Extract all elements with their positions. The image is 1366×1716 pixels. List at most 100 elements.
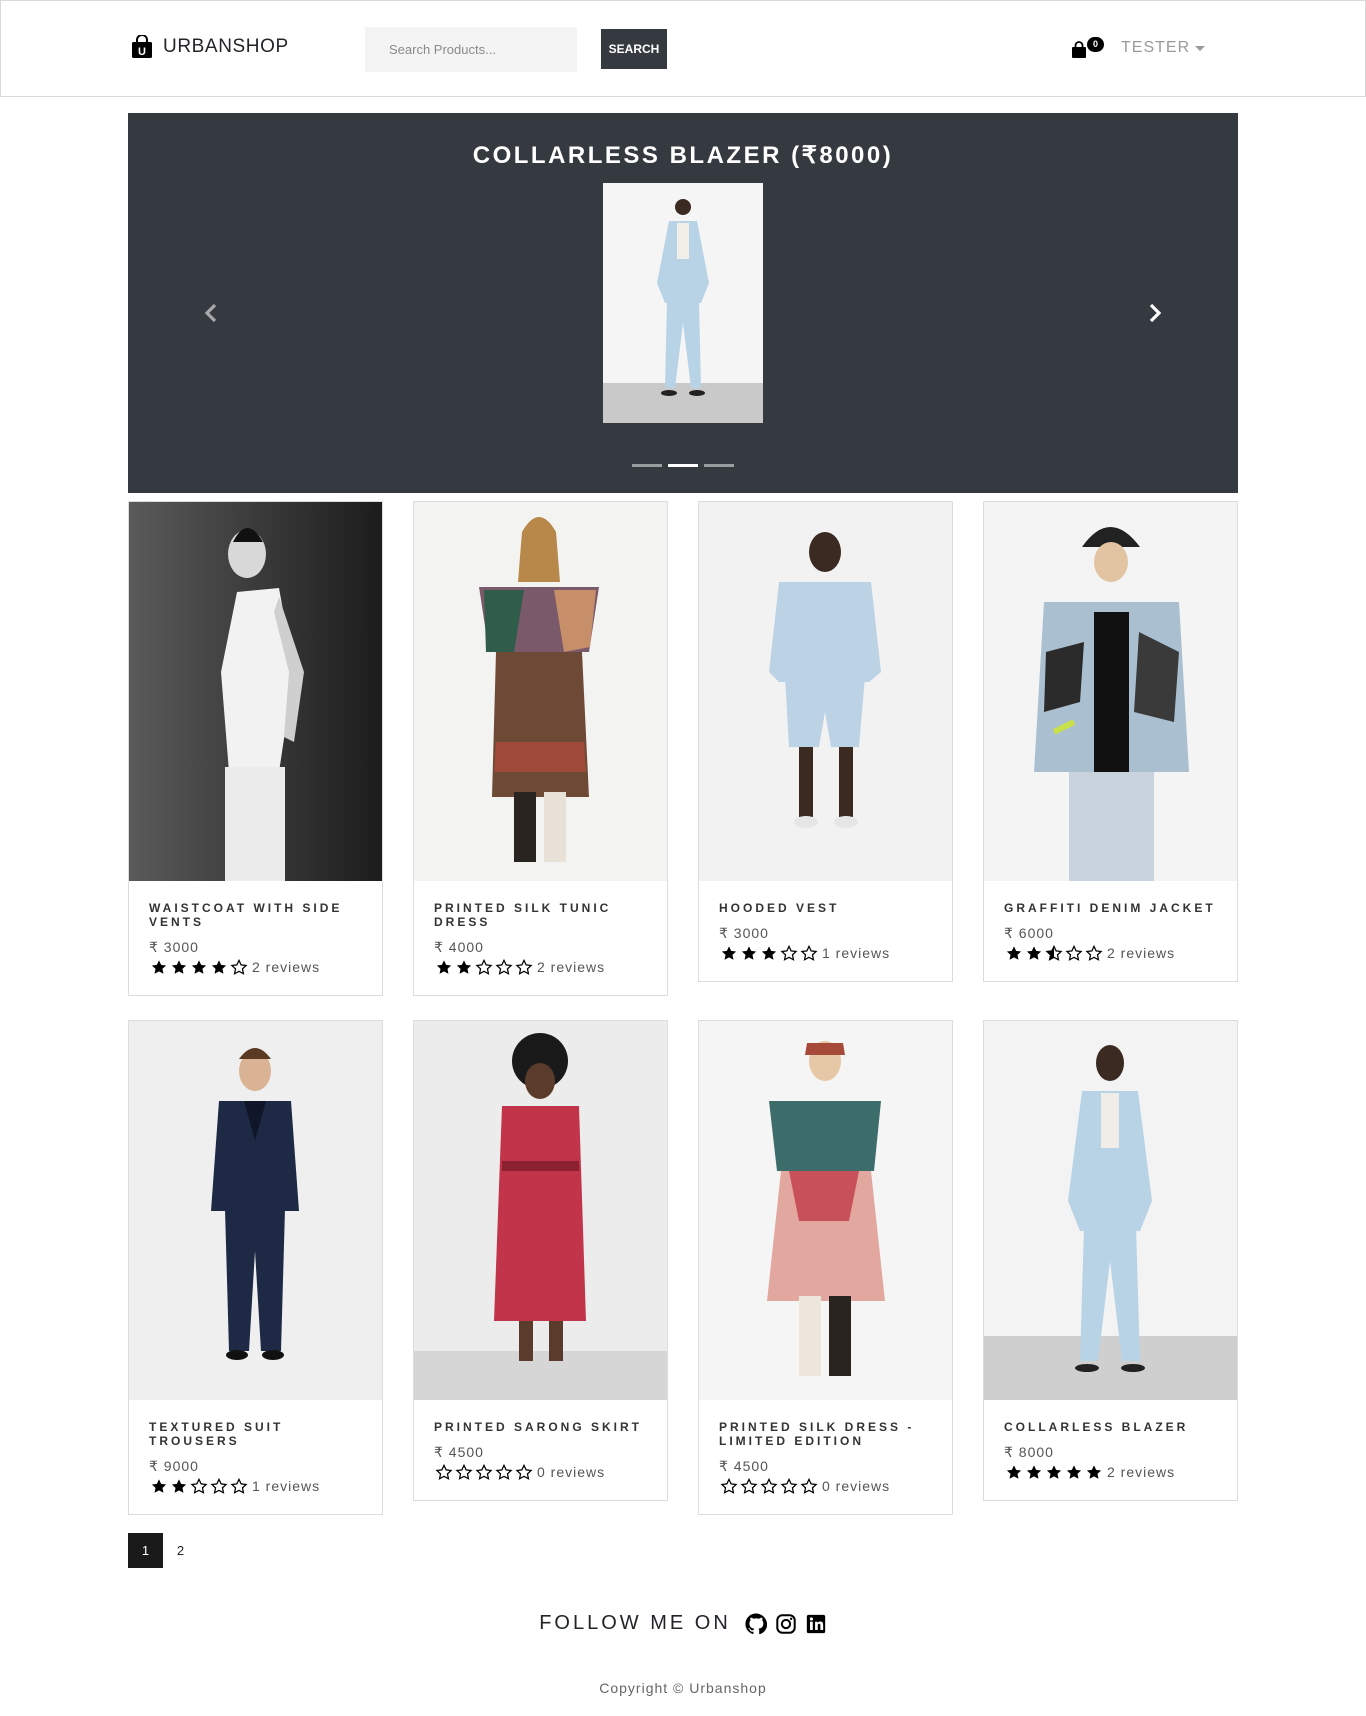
- carousel-next-arrow-icon[interactable]: [1141, 293, 1169, 333]
- star-empty-icon: [495, 1464, 513, 1480]
- review-count: 0 reviews: [537, 1464, 606, 1480]
- carousel-title[interactable]: COLLARLESS BLAZER (₹8000): [128, 141, 1238, 170]
- star-empty-icon: [740, 1478, 758, 1494]
- product-title[interactable]: PRINTED SILK DRESS - LIMITED EDITION: [719, 1420, 932, 1448]
- star-empty-icon: [495, 959, 513, 975]
- star-filled-icon: [741, 946, 757, 960]
- product-title[interactable]: HOODED VEST: [719, 901, 932, 915]
- product-card-body: PRINTED SARONG SKIRT ₹ 4500 0 reviews: [414, 1400, 667, 1500]
- product-price: ₹ 9000: [149, 1458, 199, 1474]
- product-rating: 2 reviews: [1004, 1464, 1217, 1480]
- product-title[interactable]: PRINTED SILK TUNIC DRESS: [434, 901, 647, 929]
- product-title[interactable]: COLLARLESS BLAZER: [1004, 1420, 1217, 1434]
- star-filled-icon: [456, 960, 472, 974]
- product-title[interactable]: TEXTURED SUIT TROUSERS: [149, 1420, 362, 1448]
- product-image[interactable]: [414, 502, 667, 881]
- cart-button[interactable]: 0: [1071, 37, 1104, 61]
- star-half-icon: [1045, 945, 1063, 961]
- review-count: 2 reviews: [537, 959, 606, 975]
- user-dropdown[interactable]: TESTER: [1121, 39, 1206, 57]
- product-image[interactable]: [699, 502, 952, 881]
- star-empty-icon: [515, 959, 533, 975]
- cart-count-badge: 0: [1087, 37, 1104, 52]
- product-image[interactable]: [129, 502, 382, 881]
- star-empty-icon: [760, 1478, 778, 1494]
- product-card[interactable]: TEXTURED SUIT TROUSERS ₹ 9000 1 reviews: [128, 1020, 383, 1515]
- user-name: TESTER: [1121, 39, 1191, 56]
- product-price: ₹ 3000: [149, 939, 199, 955]
- product-image[interactable]: [984, 1021, 1237, 1400]
- product-card-body: PRINTED SILK TUNIC DRESS ₹ 4000 2 reviews: [414, 881, 667, 995]
- star-filled-icon: [721, 946, 737, 960]
- star-filled-icon: [1026, 946, 1042, 960]
- star-filled-icon: [191, 960, 207, 974]
- linkedin-icon[interactable]: [805, 1613, 827, 1635]
- product-price: ₹ 4500: [719, 1458, 769, 1474]
- product-card[interactable]: PRINTED SILK TUNIC DRESS ₹ 4000 2 reviews: [413, 501, 668, 996]
- product-rating: 2 reviews: [1004, 945, 1217, 961]
- review-count: 2 reviews: [1107, 1464, 1176, 1480]
- product-title[interactable]: PRINTED SARONG SKIRT: [434, 1420, 647, 1434]
- star-empty-icon: [210, 1478, 228, 1494]
- product-image[interactable]: [984, 502, 1237, 881]
- product-rating: 2 reviews: [149, 959, 362, 975]
- review-count: 1 reviews: [822, 945, 891, 961]
- star-empty-icon: [455, 1464, 473, 1480]
- star-filled-icon: [151, 1479, 167, 1493]
- review-count: 2 reviews: [1107, 945, 1176, 961]
- github-icon[interactable]: [745, 1612, 767, 1635]
- star-filled-icon: [1006, 1465, 1022, 1479]
- featured-carousel: COLLARLESS BLAZER (₹8000): [128, 113, 1238, 493]
- product-price: ₹ 3000: [719, 925, 769, 941]
- page-link-2[interactable]: 2: [163, 1533, 198, 1568]
- instagram-icon[interactable]: [775, 1613, 797, 1635]
- product-price: ₹ 4500: [434, 1444, 484, 1460]
- product-card[interactable]: HOODED VEST ₹ 3000 1 reviews: [698, 501, 953, 982]
- product-card-body: COLLARLESS BLAZER ₹ 8000 2 reviews: [984, 1400, 1237, 1500]
- review-count: 2 reviews: [252, 959, 321, 975]
- carousel-product-image[interactable]: [603, 183, 763, 423]
- search-input[interactable]: [365, 27, 577, 72]
- star-empty-icon: [1085, 945, 1103, 961]
- page-link-1[interactable]: 1: [128, 1533, 163, 1568]
- product-rating: 0 reviews: [434, 1464, 647, 1480]
- brand[interactable]: U URBANSHOP: [131, 35, 289, 59]
- carousel-indicator[interactable]: [632, 464, 662, 467]
- product-card[interactable]: WAISTCOAT WITH SIDE VENTS ₹ 3000 2 reviews: [128, 501, 383, 996]
- product-card[interactable]: PRINTED SILK DRESS - LIMITED EDITION ₹ 45…: [698, 1020, 953, 1515]
- star-empty-icon: [435, 1464, 453, 1480]
- product-rating: 1 reviews: [149, 1478, 362, 1494]
- search-button[interactable]: SEARCH: [601, 29, 667, 69]
- product-rating: 1 reviews: [719, 945, 932, 961]
- product-card[interactable]: PRINTED SARONG SKIRT ₹ 4500 0 reviews: [413, 1020, 668, 1501]
- star-empty-icon: [190, 1478, 208, 1494]
- product-image[interactable]: [129, 1021, 382, 1400]
- brand-name: URBANSHOP: [163, 36, 289, 57]
- star-empty-icon: [475, 1464, 493, 1480]
- product-card-body: WAISTCOAT WITH SIDE VENTS ₹ 3000 2 reviews: [129, 881, 382, 995]
- product-image[interactable]: [699, 1021, 952, 1400]
- navbar: U URBANSHOP SEARCH 0 TESTER: [0, 0, 1366, 97]
- product-rating: 2 reviews: [434, 959, 647, 975]
- star-filled-icon: [211, 960, 227, 974]
- carousel-prev-arrow-icon[interactable]: [197, 293, 225, 333]
- star-empty-icon: [800, 1478, 818, 1494]
- review-count: 0 reviews: [822, 1478, 891, 1494]
- carousel-indicator-active[interactable]: [668, 464, 698, 467]
- product-price: ₹ 6000: [1004, 925, 1054, 941]
- product-image[interactable]: [414, 1021, 667, 1400]
- product-title[interactable]: GRAFFITI DENIM JACKET: [1004, 901, 1217, 915]
- star-empty-icon: [780, 945, 798, 961]
- product-card[interactable]: COLLARLESS BLAZER ₹ 8000 2 reviews: [983, 1020, 1238, 1501]
- svg-text:U: U: [138, 46, 146, 58]
- product-card-body: PRINTED SILK DRESS - LIMITED EDITION ₹ 45…: [699, 1400, 952, 1514]
- product-card-body: HOODED VEST ₹ 3000 1 reviews: [699, 881, 952, 981]
- pagination: 1 2: [128, 1533, 198, 1568]
- caret-down-icon: [1195, 45, 1206, 51]
- star-empty-icon: [800, 945, 818, 961]
- star-filled-icon: [1026, 1465, 1042, 1479]
- product-title[interactable]: WAISTCOAT WITH SIDE VENTS: [149, 901, 362, 929]
- carousel-indicator[interactable]: [704, 464, 734, 467]
- product-card[interactable]: GRAFFITI DENIM JACKET ₹ 6000 2 reviews: [983, 501, 1238, 982]
- star-empty-icon: [780, 1478, 798, 1494]
